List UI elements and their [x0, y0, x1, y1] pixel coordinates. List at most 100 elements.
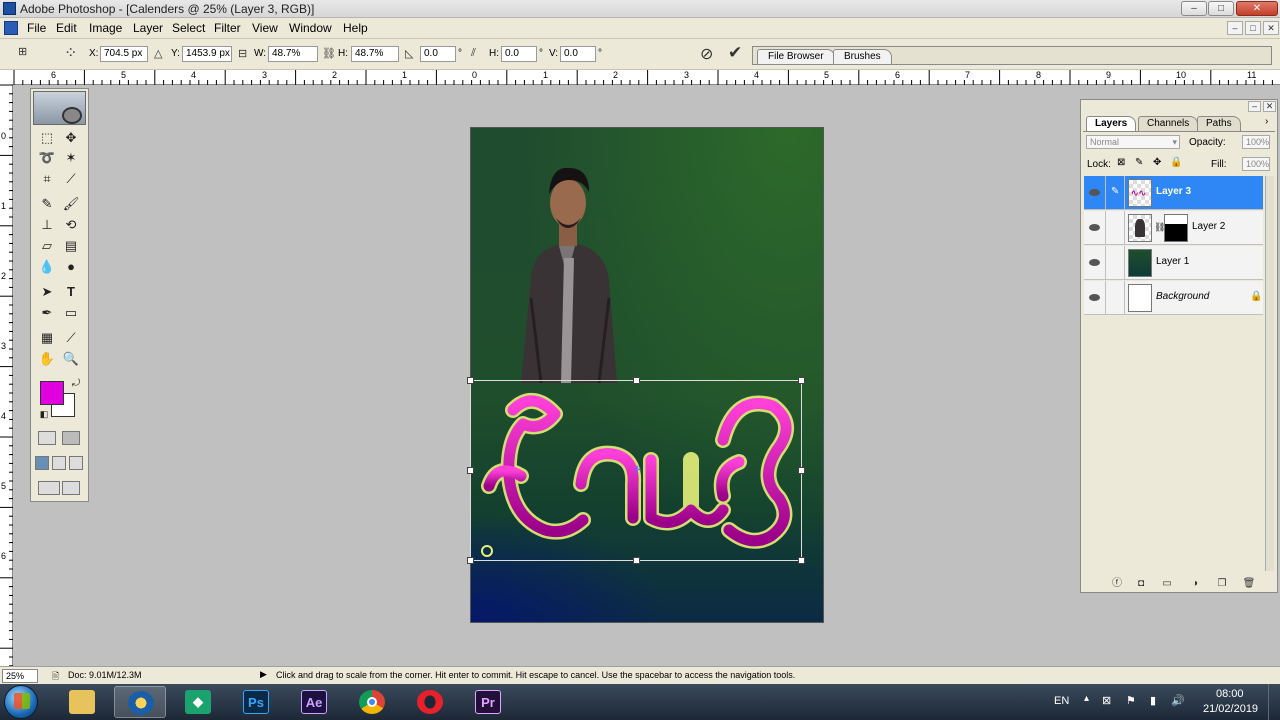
- blend-mode-select[interactable]: Normal ▾: [1086, 135, 1180, 149]
- zoom-level-input[interactable]: 25%: [2, 669, 38, 683]
- link-cell[interactable]: [1107, 281, 1125, 315]
- height-input[interactable]: 48.7%: [351, 46, 399, 62]
- lock-position-icon[interactable]: ✥: [1153, 157, 1161, 168]
- palette-close-button[interactable]: ✕: [1263, 101, 1276, 112]
- document-status-icon[interactable]: 🖹: [52, 669, 59, 685]
- layers-scrollbar[interactable]: [1265, 176, 1274, 571]
- tray-expand-icon[interactable]: ▴: [1084, 693, 1089, 704]
- transform-handle-left[interactable]: [467, 467, 474, 474]
- slice-tool-icon[interactable]: ⟋: [62, 170, 80, 188]
- opacity-input[interactable]: 100%: [1242, 135, 1270, 149]
- standard-screen-mode-icon[interactable]: [35, 456, 49, 470]
- brush-icon[interactable]: ✎: [1107, 176, 1125, 210]
- clock-time[interactable]: 08:00: [1216, 688, 1244, 700]
- tab-layers[interactable]: Layers: [1086, 116, 1137, 131]
- lock-all-icon[interactable]: 🔒: [1170, 157, 1182, 168]
- default-colors-icon[interactable]: ◧: [35, 405, 53, 423]
- tool-preset-icon[interactable]: ⊞: [18, 45, 27, 58]
- crop-tool-icon[interactable]: ⌗: [38, 170, 56, 188]
- new-layer-icon[interactable]: ❐: [1215, 578, 1229, 590]
- marquee-tool-icon[interactable]: ⬚: [38, 129, 56, 147]
- full-screen-menu-mode-icon[interactable]: [52, 456, 66, 470]
- commit-transform-icon[interactable]: ✔: [728, 43, 742, 63]
- adobe-online-icon[interactable]: [62, 107, 82, 124]
- menu-filter[interactable]: Filter: [214, 21, 241, 35]
- hand-tool-icon[interactable]: ✋: [38, 350, 56, 368]
- taskbar-filmora[interactable]: ◆: [172, 686, 224, 718]
- relative-position-icon[interactable]: △: [154, 47, 162, 60]
- menu-select[interactable]: Select: [172, 21, 205, 35]
- transform-handle-right[interactable]: [798, 467, 805, 474]
- action-center-icon[interactable]: ⚑: [1126, 694, 1136, 707]
- lasso-tool-icon[interactable]: ➰: [38, 149, 56, 167]
- brush-tool-icon[interactable]: 🖌: [62, 195, 80, 213]
- new-group-icon[interactable]: ▭: [1160, 578, 1174, 590]
- menu-window[interactable]: Window: [289, 21, 332, 35]
- lock-image-icon[interactable]: ✎: [1135, 157, 1143, 168]
- minimize-button[interactable]: –: [1181, 1, 1207, 16]
- cancel-transform-icon[interactable]: ⊘: [700, 44, 713, 64]
- link-cell[interactable]: [1107, 246, 1125, 280]
- taskbar-after-effects[interactable]: Ae: [288, 686, 340, 718]
- full-screen-mode-icon[interactable]: [69, 456, 83, 470]
- palette-minimize-button[interactable]: –: [1248, 101, 1261, 112]
- menu-help[interactable]: Help: [343, 21, 368, 35]
- ruler-vertical[interactable]: 0 1 2 3 4 5 6: [0, 85, 13, 667]
- doc-minimize-button[interactable]: –: [1227, 21, 1243, 35]
- status-menu-arrow-icon[interactable]: ▶: [260, 669, 267, 680]
- zoom-tool-icon[interactable]: 🔍: [62, 350, 80, 368]
- move-tool-icon[interactable]: ✥: [62, 129, 80, 147]
- transform-bounding-box[interactable]: ✛: [467, 377, 805, 564]
- rotation-input[interactable]: 0.0: [420, 46, 456, 62]
- taskbar-premiere[interactable]: Pr: [462, 686, 514, 718]
- jump-to-imageready-icon[interactable]: [38, 481, 60, 495]
- hskew-input[interactable]: 0.0: [501, 46, 537, 62]
- healing-brush-tool-icon[interactable]: ✎: [38, 195, 56, 213]
- link-icon[interactable]: ⛓: [322, 47, 336, 60]
- transform-handle-bottom[interactable]: [633, 557, 640, 564]
- gradient-tool-icon[interactable]: ▤: [62, 237, 80, 255]
- menu-edit[interactable]: Edit: [56, 21, 77, 35]
- layer-row-layer-2[interactable]: ⛓ Layer 2: [1084, 211, 1263, 245]
- path-selection-tool-icon[interactable]: ➤: [38, 283, 56, 301]
- ruler-horizontal[interactable]: 6 5 4 3 2 1 0 1 2 3 4 5 6 7 8 9 10 11: [0, 70, 1280, 85]
- layer-mask-thumbnail[interactable]: [1164, 214, 1188, 242]
- palette-menu-icon[interactable]: ›: [1265, 116, 1268, 127]
- network-icon[interactable]: ⊠: [1102, 694, 1111, 707]
- menu-layer[interactable]: Layer: [133, 21, 163, 35]
- visibility-eye-icon[interactable]: [1084, 281, 1106, 315]
- taskbar-opera[interactable]: [404, 686, 456, 718]
- vskew-input[interactable]: 0.0: [560, 46, 596, 62]
- add-mask-icon[interactable]: ◘: [1134, 578, 1148, 590]
- toolbox-header[interactable]: [33, 91, 86, 125]
- notes-tool-icon[interactable]: ▦: [38, 329, 56, 347]
- adjustment-layer-icon[interactable]: ◑: [1188, 578, 1202, 590]
- y-position-input[interactable]: 1453.9 px: [182, 46, 232, 62]
- quick-mask-mode-icon[interactable]: [62, 431, 80, 445]
- layer-row-background[interactable]: Background 🔒: [1084, 281, 1263, 315]
- taskbar-chrome[interactable]: [346, 686, 398, 718]
- language-indicator[interactable]: EN: [1054, 695, 1069, 707]
- clock-date[interactable]: 21/02/2019: [1203, 703, 1258, 715]
- eraser-tool-icon[interactable]: ▱: [38, 237, 56, 255]
- foreground-color-swatch[interactable]: [40, 381, 64, 405]
- tab-channels[interactable]: Channels: [1138, 116, 1199, 131]
- transform-handle-top-right[interactable]: [798, 377, 805, 384]
- eyedropper-tool-icon[interactable]: ⟋: [62, 329, 80, 347]
- visibility-eye-icon[interactable]: [1084, 211, 1106, 245]
- menu-file[interactable]: File: [27, 21, 46, 35]
- close-button[interactable]: ✕: [1236, 1, 1278, 16]
- transform-handle-bottom-left[interactable]: [467, 557, 474, 564]
- reference-point-icon[interactable]: ⁘: [64, 43, 77, 63]
- layer-row-layer-3[interactable]: ✎ ∿∿ Layer 3: [1084, 176, 1263, 210]
- layer-row-layer-1[interactable]: Layer 1: [1084, 246, 1263, 280]
- layer-style-icon[interactable]: ⓕ: [1110, 578, 1124, 590]
- clone-stamp-tool-icon[interactable]: ⊥: [38, 216, 56, 234]
- tab-paths[interactable]: Paths: [1197, 116, 1241, 131]
- battery-icon[interactable]: ▮: [1150, 694, 1156, 707]
- standard-mode-icon[interactable]: [38, 431, 56, 445]
- start-button[interactable]: [4, 685, 38, 719]
- lock-transparency-icon[interactable]: ⊠: [1117, 157, 1125, 168]
- width-input[interactable]: 48.7%: [268, 46, 318, 62]
- tab-file-browser[interactable]: File Browser: [757, 49, 835, 64]
